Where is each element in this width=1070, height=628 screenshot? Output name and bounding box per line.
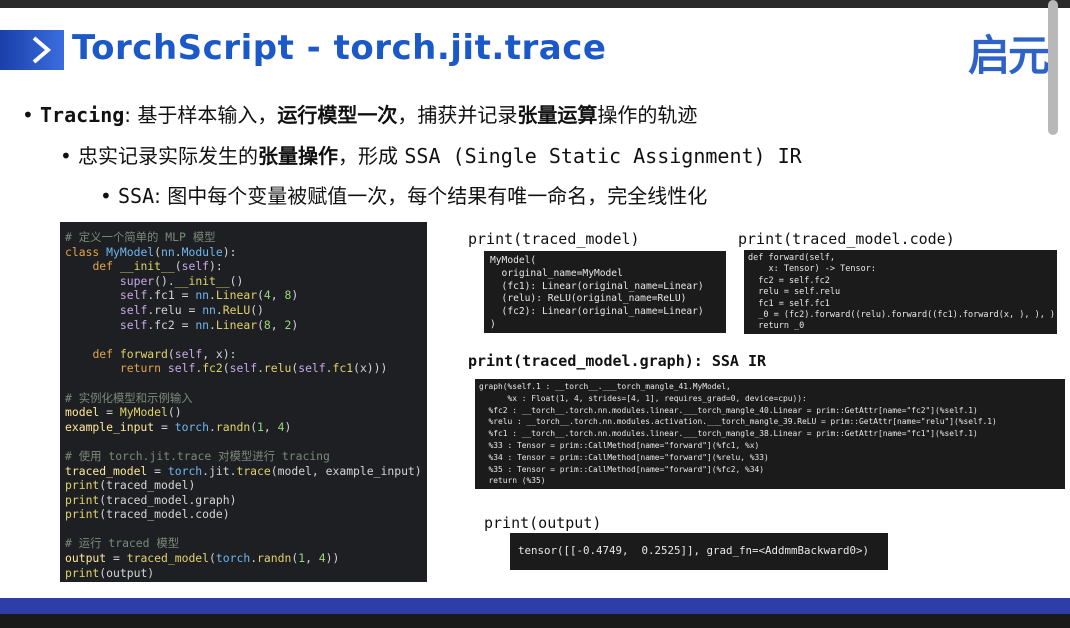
code-comment: # 定义一个简单的 MLP 模型 [65, 230, 216, 244]
print-code-label: print(traced_model.code) [738, 230, 955, 248]
bullet-bold-text: 张量操作 [258, 144, 338, 168]
bullet-text: : 图中每个变量被赋值一次，每个结果有唯一命名，完全线性化 [154, 184, 708, 208]
bullet-bold-text: 运行模型一次 [277, 103, 398, 127]
footer-accent-bar [0, 598, 1070, 614]
ssa-ir-term: SSA (Single Static Assignment) IR [404, 144, 802, 168]
ssa-term: SSA [118, 184, 155, 208]
print-graph-output: graph(%self.1 : __torch__.___torch_mangl… [475, 379, 1065, 489]
bullet-text: 忠实记录实际发生的 [78, 144, 258, 168]
code-comment: # 实例化模型和示例输入 [65, 390, 193, 405]
bullet-tensor-ops: • 忠实记录实际发生的张量操作，形成 SSA (Single Static Ass… [60, 140, 802, 169]
print-code-text: def forward(self, x: Tensor) -> Tensor: … [748, 253, 1056, 332]
code-block: # 定义一个简单的 MLP 模型 class MyModel(nn.Module… [65, 230, 422, 580]
print-model-text: MyModel( original_name=MyModel (fc1): Li… [490, 255, 704, 330]
code-comment: # 运行 traced 模型 [65, 536, 180, 551]
print-output-result: tensor([[-0.4749, 0.2525]], grad_fn=<Add… [510, 533, 888, 570]
print-model-label: print(traced_model) [468, 230, 640, 248]
bullet-text: ，捕获并记录 [397, 103, 518, 127]
bullet-bold-text: 张量运算 [517, 103, 598, 127]
print-graph-label: print(traced_model.graph): SSA IR [468, 352, 767, 370]
print-model-output: MyModel( original_name=MyModel (fc1): Li… [484, 251, 726, 333]
bullet-tracing: • Tracing: 基于样本输入，运行模型一次，捕获并记录张量运算操作的轨迹 [22, 99, 697, 128]
bullet-ssa: • SSA: 图中每个变量被赋值一次，每个结果有唯一命名，完全线性化 [100, 180, 707, 209]
bullet-dot: • [60, 144, 72, 168]
print-output-label: print(output) [484, 514, 602, 532]
bullet-dot: • [100, 184, 112, 208]
code-comment: # 使用 torch.jit.trace 对模型进行 tracing [65, 448, 330, 463]
top-window-bar [0, 0, 1070, 8]
tracing-term: Tracing [40, 103, 125, 127]
print-graph-text: graph(%self.1 : __torch__.___torch_mangl… [479, 382, 997, 486]
scrollbar-thumb[interactable] [1048, 0, 1058, 135]
print-code-output: def forward(self, x: Tensor) -> Tensor: … [744, 250, 1057, 334]
bullet-text: 操作的轨迹 [597, 103, 698, 127]
chevron-right-icon [32, 36, 52, 64]
bullet-text: ，形成 [338, 144, 405, 168]
footer-dark-bar [0, 614, 1070, 628]
code-editor-panel: # 定义一个简单的 MLP 模型 class MyModel(nn.Module… [60, 222, 427, 582]
brand-logo: 启元 [968, 31, 1050, 80]
print-output-text: tensor([[-0.4749, 0.2525]], grad_fn=<Add… [518, 544, 870, 557]
slide-title: TorchScript - torch.jit.trace [72, 28, 607, 68]
bullet-dot: • [22, 103, 34, 127]
bullet-text: : 基于样本输入， [124, 103, 278, 127]
